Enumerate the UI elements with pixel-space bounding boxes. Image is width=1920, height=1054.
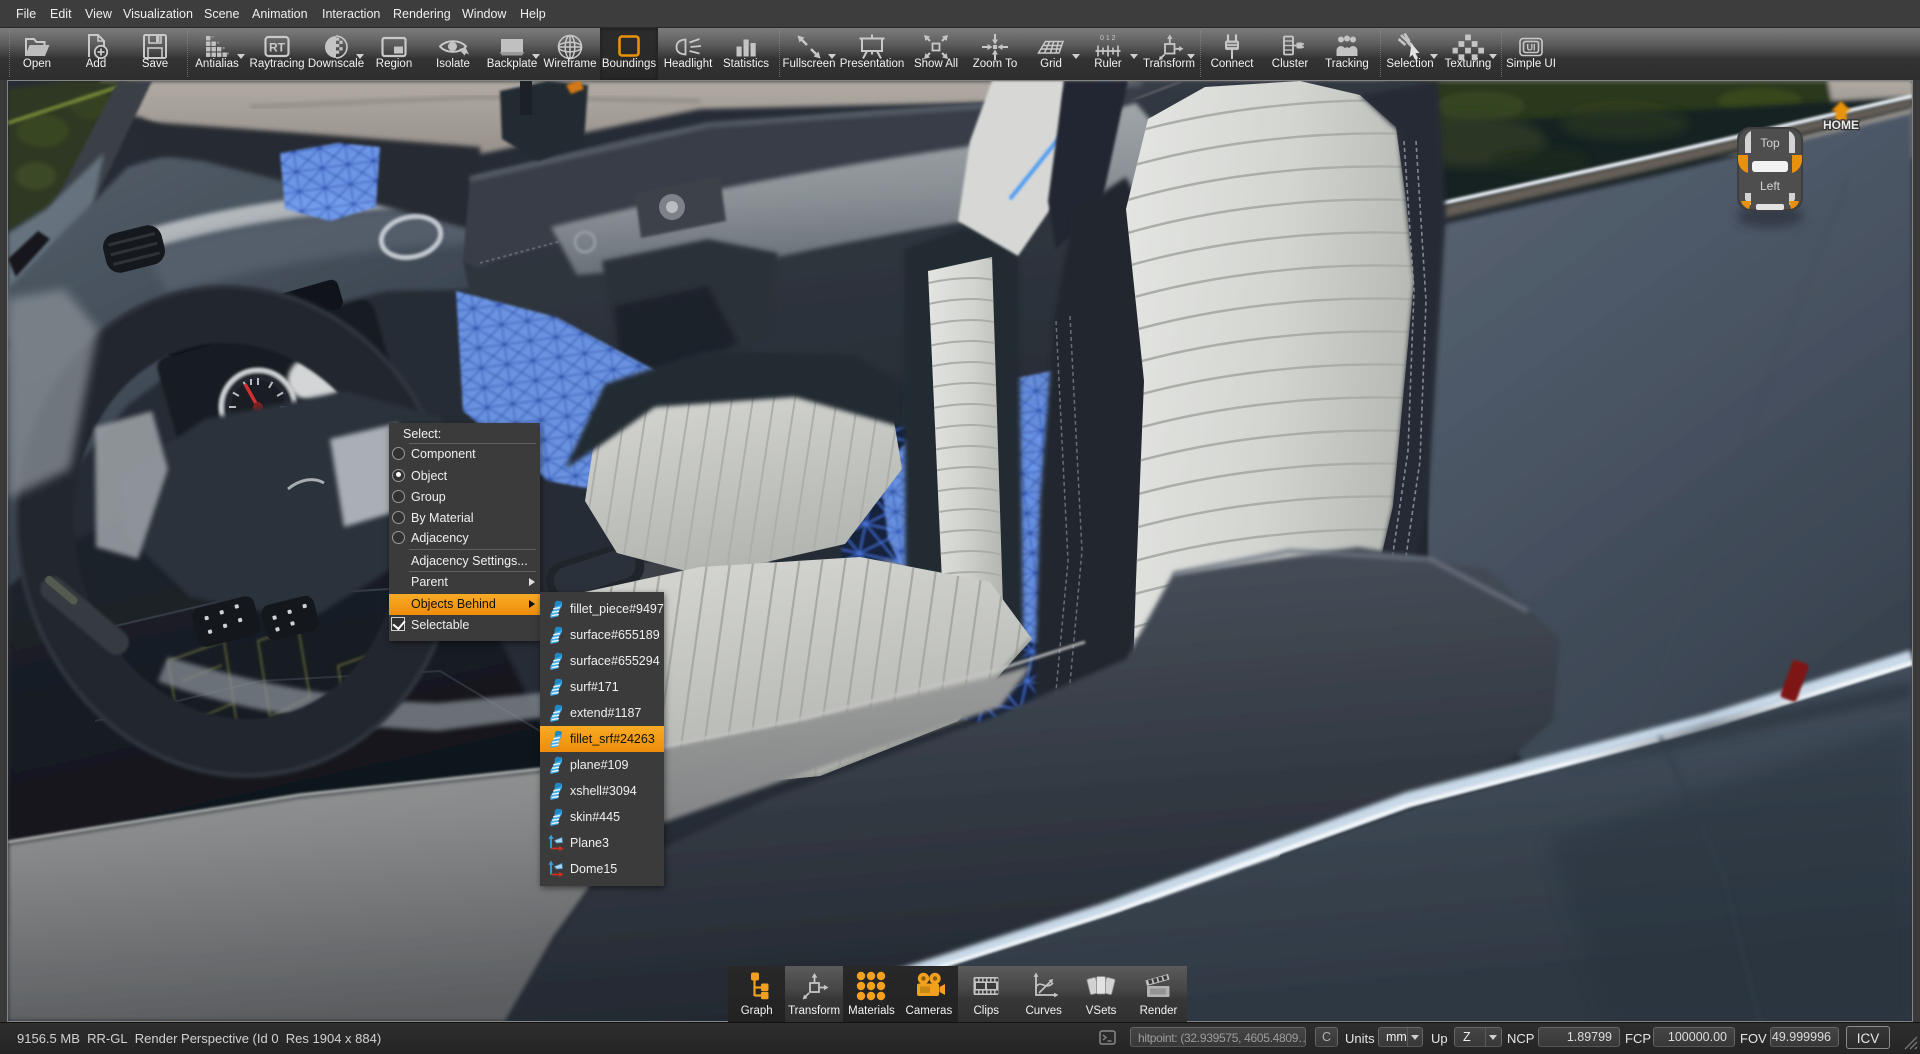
svg-text:UI: UI [1527,43,1536,53]
svg-text:0 1 2: 0 1 2 [1100,35,1116,42]
svg-text:HOME: HOME [1823,118,1859,132]
svg-text:Top: Top [1760,136,1780,150]
svg-text:RT: RT [269,41,286,55]
svg-text:Left: Left [1760,179,1781,193]
